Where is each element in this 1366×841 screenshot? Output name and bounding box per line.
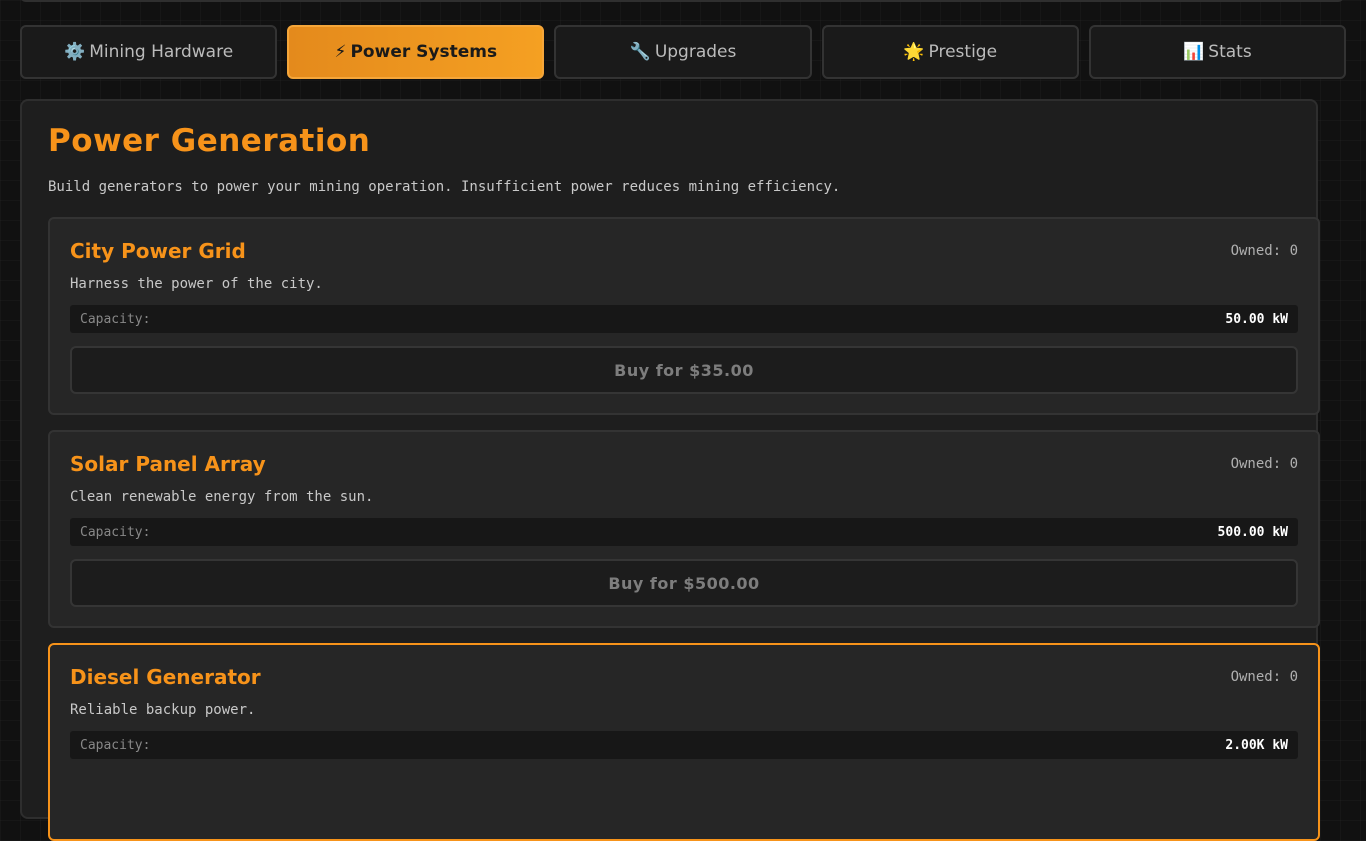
power-generation-panel: Power Generation Build generators to pow…	[20, 99, 1320, 841]
generator-card-city-power-grid: City Power Grid Owned: 0 Harness the pow…	[48, 217, 1320, 415]
generator-description: Reliable backup power.	[70, 702, 256, 718]
capacity-value: 50.00 kW	[1225, 311, 1288, 327]
wrench-icon: 🔧	[629, 42, 651, 62]
tab-label: Power Systems	[350, 42, 498, 62]
tab-bar: ⚙️ Mining Hardware ⚡ Power Systems 🔧 Upg…	[20, 25, 1347, 79]
panel-description: Build generators to power your mining op…	[48, 179, 841, 195]
tab-label: Stats	[1208, 42, 1252, 62]
page-title: Power Generation	[48, 123, 371, 159]
generator-name: Diesel Generator	[70, 665, 261, 689]
owned-count: Owned: 0	[1230, 456, 1298, 472]
tab-prestige[interactable]: 🌟 Prestige	[821, 25, 1079, 79]
capacity-row: Capacity: 500.00 kW	[70, 518, 1298, 546]
buy-button[interactable]: Buy for $35.00	[70, 346, 1298, 394]
capacity-value: 2.00K kW	[1225, 737, 1288, 753]
capacity-label: Capacity:	[80, 311, 151, 327]
generator-description: Harness the power of the city.	[70, 276, 323, 292]
tab-label: Mining Hardware	[89, 42, 234, 62]
capacity-row: Capacity: 2.00K kW	[70, 731, 1298, 759]
generator-name: City Power Grid	[70, 239, 246, 263]
generator-card-diesel-generator: Diesel Generator Owned: 0 Reliable backu…	[48, 643, 1320, 841]
chart-icon: 📊	[1183, 42, 1205, 62]
capacity-label: Capacity:	[80, 737, 151, 753]
tab-upgrades[interactable]: 🔧 Upgrades	[554, 25, 812, 79]
tab-mining-hardware[interactable]: ⚙️ Mining Hardware	[20, 25, 278, 79]
tab-power-systems[interactable]: ⚡ Power Systems	[287, 25, 545, 79]
gear-icon: ⚙️	[64, 42, 86, 62]
tab-label: Upgrades	[654, 42, 737, 62]
capacity-row: Capacity: 50.00 kW	[70, 305, 1298, 333]
top-bar-edge	[20, 0, 1344, 2]
buy-button[interactable]: Buy for $500.00	[70, 559, 1298, 607]
owned-count: Owned: 0	[1230, 243, 1298, 259]
generator-name: Solar Panel Array	[70, 452, 266, 476]
tab-stats[interactable]: 📊 Stats	[1088, 25, 1347, 79]
capacity-label: Capacity:	[80, 524, 151, 540]
star-icon: 🌟	[903, 42, 925, 62]
generator-description: Clean renewable energy from the sun.	[70, 489, 374, 505]
capacity-value: 500.00 kW	[1217, 524, 1288, 540]
generator-card-solar-panel-array: Solar Panel Array Owned: 0 Clean renewab…	[48, 430, 1320, 628]
lightning-icon: ⚡	[334, 42, 347, 62]
owned-count: Owned: 0	[1230, 669, 1298, 685]
tab-label: Prestige	[928, 42, 998, 62]
